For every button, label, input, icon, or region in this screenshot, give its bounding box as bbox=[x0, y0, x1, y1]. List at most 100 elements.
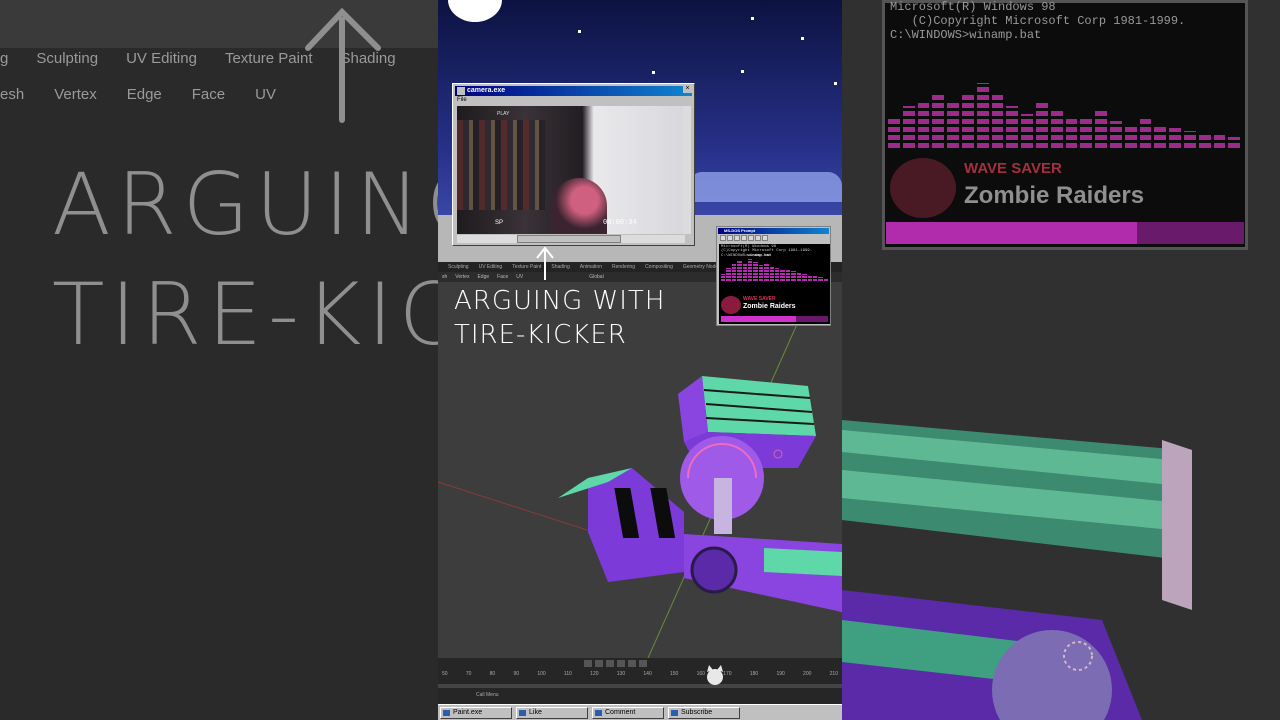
camera-window: camera.exe × File PLAY SP 00:00:34 bbox=[452, 83, 695, 246]
blurred-progress-bar bbox=[886, 222, 1244, 244]
playback-controls[interactable] bbox=[584, 660, 647, 667]
wave-saver-logo bbox=[721, 296, 741, 314]
vertical-scrollbar[interactable] bbox=[683, 106, 691, 234]
toolbar-button[interactable] bbox=[762, 235, 768, 241]
timeline-track[interactable] bbox=[438, 684, 842, 688]
annotation-arrow-icon bbox=[536, 246, 554, 280]
star-icon bbox=[741, 70, 744, 73]
dos-line: (C)Copyright Microsoft Corp 1981-1999. bbox=[721, 249, 813, 253]
tick-label: 120 bbox=[590, 671, 599, 677]
next-key-icon[interactable] bbox=[628, 660, 636, 667]
workspace-tab[interactable]: Sculpting bbox=[448, 264, 469, 270]
blurred-wave-saver-logo bbox=[890, 158, 956, 218]
dos-terminal[interactable]: Microsoft(R) Windows 98 (C)Copyright Mic… bbox=[719, 244, 830, 324]
annotation-line: TIRE-KICKER bbox=[454, 320, 627, 350]
tick-label: 200 bbox=[803, 671, 812, 677]
tick-label: 210 bbox=[829, 671, 838, 677]
tick-label: 80 bbox=[489, 671, 496, 677]
model-top-block bbox=[702, 376, 816, 436]
mode-menu-item[interactable]: Vertex bbox=[455, 274, 469, 280]
blurred-menu-item: esh bbox=[0, 86, 25, 103]
blurred-tab: g bbox=[0, 50, 9, 67]
horizontal-scrollbar[interactable] bbox=[457, 235, 685, 243]
blurred-menu-item: UV bbox=[255, 86, 276, 103]
transform-orientation-select[interactable]: Global bbox=[589, 274, 603, 280]
camera-menu-file[interactable]: File bbox=[457, 97, 467, 103]
workspace-tab[interactable]: UV Editing bbox=[479, 264, 503, 270]
vhs-timecode: 00:00:34 bbox=[603, 219, 637, 227]
handwritten-annotation: ARGUING WITH TIRE-KICKER bbox=[454, 284, 665, 352]
blurred-annotation-line: ARGUING bbox=[52, 155, 438, 255]
moon-icon bbox=[448, 0, 502, 22]
blurred-dos-text: Microsoft(R) Windows 98 (C)Copyright Mic… bbox=[890, 0, 1185, 42]
big-arrow-icon bbox=[305, 7, 381, 123]
toolbar-button[interactable] bbox=[727, 235, 733, 241]
blurred-menu-item: Face bbox=[191, 86, 226, 103]
blurred-annotation: ARGUING TIRE-KIC bbox=[52, 150, 438, 370]
prev-key-icon[interactable] bbox=[595, 660, 603, 667]
tick-label: 130 bbox=[616, 671, 626, 677]
blurred-tab: Sculpting bbox=[36, 50, 99, 67]
camera-window-title[interactable]: camera.exe bbox=[455, 86, 692, 96]
tick-label: 190 bbox=[776, 671, 785, 677]
workspace-tab[interactable]: Geometry Nodes bbox=[683, 264, 721, 270]
toolbar-button[interactable] bbox=[734, 235, 740, 241]
tick-label: 100 bbox=[537, 671, 546, 677]
timeline-panel[interactable]: 50 70 80 90 100 110 120 130 140 150 160 … bbox=[438, 658, 842, 704]
dos-toolbar bbox=[718, 235, 829, 243]
toolbar-button[interactable] bbox=[748, 235, 754, 241]
toolbar-button[interactable] bbox=[741, 235, 747, 241]
workspace-tab[interactable]: Compositing bbox=[645, 264, 673, 270]
play-icon[interactable] bbox=[617, 660, 625, 667]
timeline-ticks: 50 70 80 90 100 110 120 130 140 150 160 … bbox=[438, 671, 842, 681]
webcam-shelf bbox=[457, 120, 545, 210]
workspace-tab[interactable]: Animation bbox=[580, 264, 602, 270]
toolbar-button[interactable] bbox=[720, 235, 726, 241]
tick-label: 90 bbox=[513, 671, 520, 677]
close-icon[interactable]: × bbox=[683, 85, 692, 93]
scrollbar-thumb[interactable] bbox=[517, 235, 621, 243]
blurred-background-right: Microsoft(R) Windows 98 (C)Copyright Mic… bbox=[842, 0, 1280, 720]
vhs-play-label: PLAY bbox=[497, 111, 510, 117]
taskbar-comment-button[interactable]: Comment bbox=[592, 707, 664, 719]
win98-taskbar: Paint.exe Like Comment Subscribe bbox=[438, 704, 842, 720]
taskbar-like-button[interactable]: Like bbox=[516, 707, 588, 719]
mode-menu-item[interactable]: UV bbox=[516, 274, 523, 280]
dos-window-title[interactable]: MS-DOS Prompt bbox=[718, 228, 829, 234]
jump-start-icon[interactable] bbox=[584, 660, 592, 667]
center-capture: Sculpting UV Editing Texture Paint Shadi… bbox=[438, 0, 842, 720]
jump-end-icon[interactable] bbox=[639, 660, 647, 667]
blurred-dos-line: C:\WINDOWS>winamp.bat bbox=[890, 28, 1042, 42]
blurred-annotation-line: TIRE-KIC bbox=[52, 265, 438, 365]
video-frame: g Sculpting UV Editing Texture Paint Sha… bbox=[0, 0, 1280, 720]
tick-label: 110 bbox=[563, 671, 572, 677]
webcam-person bbox=[551, 178, 607, 234]
taskbar-subscribe-button[interactable]: Subscribe bbox=[668, 707, 740, 719]
blurred-menu-item: Edge bbox=[126, 86, 162, 103]
tick-label: 70 bbox=[465, 671, 472, 677]
model-gear bbox=[690, 546, 738, 594]
vhs-sp-label: SP bbox=[495, 220, 504, 226]
status-call-menu: Call Menu bbox=[476, 692, 499, 698]
taskbar-paint-button[interactable]: Paint.exe bbox=[440, 707, 512, 719]
toolbar-button[interactable] bbox=[755, 235, 761, 241]
play-reverse-icon[interactable] bbox=[606, 660, 614, 667]
equalizer-bars bbox=[721, 257, 829, 281]
pixel-cloud bbox=[688, 172, 842, 202]
blurred-song-title: Zombie Raiders bbox=[964, 182, 1145, 209]
star-icon bbox=[652, 71, 655, 74]
mode-menu-item[interactable]: Face bbox=[497, 274, 508, 280]
mode-menu-item[interactable]: Edge bbox=[477, 274, 489, 280]
tick-label: 180 bbox=[749, 671, 759, 677]
mode-menu-item[interactable]: sh bbox=[442, 274, 447, 280]
tick-label: 140 bbox=[643, 671, 652, 677]
model-ladder bbox=[714, 478, 732, 534]
workspace-tab[interactable]: Rendering bbox=[612, 264, 635, 270]
blurred-background-left: g Sculpting UV Editing Texture Paint Sha… bbox=[0, 0, 438, 720]
annotation-line: ARGUING WITH bbox=[454, 286, 666, 316]
song-title: Zombie Raiders bbox=[743, 303, 796, 310]
song-progress-bar[interactable] bbox=[721, 316, 828, 322]
star-icon bbox=[801, 37, 804, 40]
blurred-dos-line: (C)Copyright Microsoft Corp 1981-1999. bbox=[890, 14, 1186, 28]
blurred-tab: UV Editing bbox=[126, 50, 197, 67]
